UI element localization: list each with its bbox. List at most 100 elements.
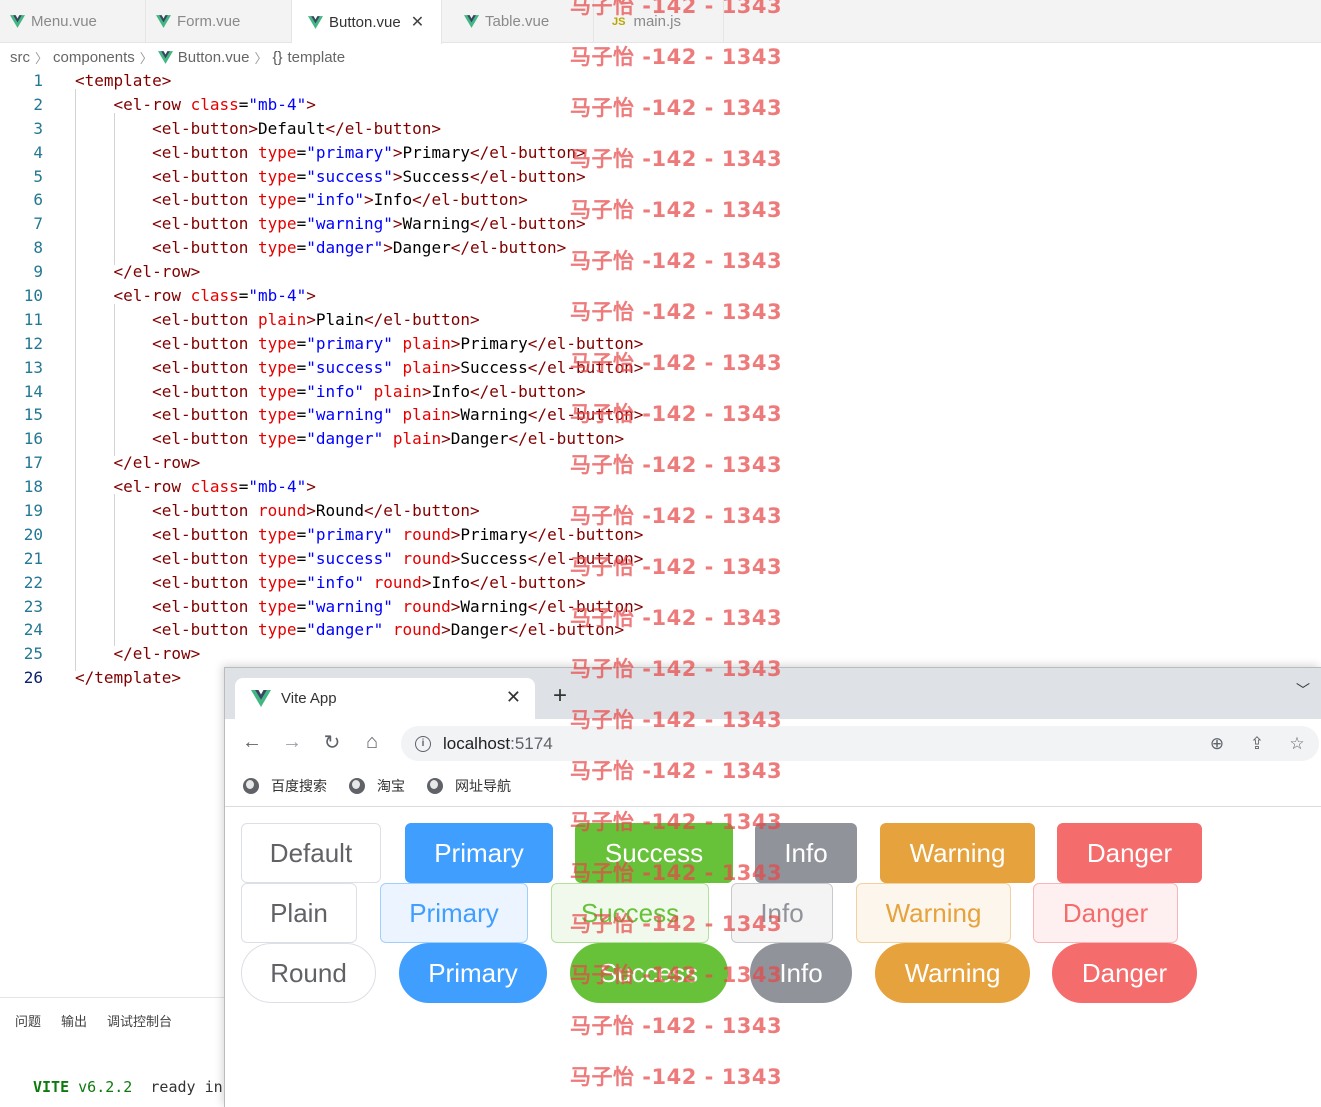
code-line[interactable]: 3 <el-button>Default</el-button> xyxy=(0,117,1321,141)
code-text: <el-button type="warning" plain>Warning<… xyxy=(75,405,644,425)
el-button-primary[interactable]: Primary xyxy=(399,943,547,1003)
tab-problems[interactable]: 问题 xyxy=(15,1011,41,1030)
el-button-success[interactable]: Success xyxy=(575,823,733,883)
code-line[interactable]: 24 <el-button type="danger" round>Danger… xyxy=(0,618,1321,642)
code-line[interactable]: 2 <el-row class="mb-4"> xyxy=(0,93,1321,117)
line-number: 16 xyxy=(23,429,43,449)
panel-tabs: 问题 输出 调试控制台 xyxy=(0,1000,230,1040)
code-text: </template> xyxy=(75,668,181,688)
el-button-warning[interactable]: Warning xyxy=(875,943,1030,1003)
code-line[interactable]: 10 <el-row class="mb-4"> xyxy=(0,284,1321,308)
star-icon[interactable]: ☆ xyxy=(1285,732,1309,756)
tab-main-js[interactable]: JS main.js xyxy=(594,0,724,43)
el-button-plain[interactable]: Plain xyxy=(241,883,357,943)
code-line[interactable]: 20 <el-button type="primary" round>Prima… xyxy=(0,523,1321,547)
code-line[interactable]: 8 <el-button type="danger">Danger</el-bu… xyxy=(0,236,1321,260)
globe-icon xyxy=(243,777,259,794)
code-text: </el-row> xyxy=(75,262,201,282)
breadcrumb-item-file[interactable]: Button.vue xyxy=(178,49,250,66)
el-button-danger[interactable]: Danger xyxy=(1033,883,1178,943)
tab-form-vue[interactable]: Form.vue xyxy=(146,0,292,43)
el-button-danger[interactable]: Danger xyxy=(1057,823,1202,883)
code-line[interactable]: 19 <el-button round>Round</el-button> xyxy=(0,499,1321,523)
el-button-info[interactable]: Info xyxy=(755,823,857,883)
tab-button-vue[interactable]: Button.vue ✕ xyxy=(292,0,442,44)
bookmark-baidu[interactable]: 百度搜索 xyxy=(243,776,327,796)
info-icon[interactable]: i xyxy=(415,735,431,752)
code-line[interactable]: 18 <el-row class="mb-4"> xyxy=(0,475,1321,499)
code-line[interactable]: 25 </el-row> xyxy=(0,642,1321,666)
code-line[interactable]: 11 <el-button plain>Plain</el-button> xyxy=(0,308,1321,332)
address-bar[interactable]: i localhost:5174 ⊕ ⇪ ☆ xyxy=(401,726,1319,761)
code-line[interactable]: 23 <el-button type="warning" round>Warni… xyxy=(0,595,1321,619)
bookmark-label: 淘宝 xyxy=(377,777,405,794)
code-line[interactable]: 12 <el-button type="primary" plain>Prima… xyxy=(0,332,1321,356)
code-text: </el-row> xyxy=(75,453,201,473)
el-button-primary[interactable]: Primary xyxy=(405,823,553,883)
code-line[interactable]: 1 <template> xyxy=(0,69,1321,93)
el-button-warning[interactable]: Warning xyxy=(880,823,1035,883)
el-button-success[interactable]: Success xyxy=(570,943,728,1003)
line-number: 4 xyxy=(33,142,43,162)
el-button-round[interactable]: Round xyxy=(241,943,376,1003)
code-line[interactable]: 15 <el-button type="warning" plain>Warni… xyxy=(0,403,1321,427)
code-text: <el-button type="info">Info</el-button> xyxy=(75,190,528,210)
code-line[interactable]: 17 </el-row> xyxy=(0,451,1321,475)
code-line[interactable]: 6 <el-button type="info">Info</el-button… xyxy=(0,188,1321,212)
el-button-danger[interactable]: Danger xyxy=(1052,943,1197,1003)
url-port: :5174 xyxy=(510,733,553,753)
tab-table-vue[interactable]: Table.vue xyxy=(442,0,594,43)
el-button-info[interactable]: Info xyxy=(731,883,833,943)
zoom-icon[interactable]: ⊕ xyxy=(1205,732,1229,756)
tab-label: Menu.vue xyxy=(31,13,97,30)
browser-tab[interactable]: Vite App ✕ xyxy=(235,678,535,719)
breadcrumb-item-symbol[interactable]: template xyxy=(288,49,346,66)
code-text: <el-button type="danger">Danger</el-butt… xyxy=(75,238,567,258)
line-number: 14 xyxy=(23,381,43,401)
code-line[interactable]: 13 <el-button type="success" plain>Succe… xyxy=(0,356,1321,380)
chevron-down-icon[interactable]: ﹀ xyxy=(1296,680,1310,700)
close-icon[interactable]: ✕ xyxy=(411,12,424,32)
el-button-warning[interactable]: Warning xyxy=(856,883,1011,943)
line-number: 20 xyxy=(23,524,43,544)
home-icon[interactable]: ⌂ xyxy=(359,729,385,755)
url-text[interactable]: localhost:5174 xyxy=(443,734,553,754)
code-text: <el-button type="success" plain>Success<… xyxy=(75,357,644,377)
code-line[interactable]: 4 <el-button type="primary">Primary</el-… xyxy=(0,141,1321,165)
code-text: <el-row class="mb-4"> xyxy=(75,286,316,306)
share-icon[interactable]: ⇪ xyxy=(1245,732,1269,756)
tab-debug-console[interactable]: 调试控制台 xyxy=(107,1011,172,1030)
el-button-primary[interactable]: Primary xyxy=(380,883,528,943)
reload-icon[interactable]: ↻ xyxy=(319,729,345,755)
bookmark-nav[interactable]: 网址导航 xyxy=(427,776,511,796)
code-text: <el-button type="danger" round>Danger</e… xyxy=(75,620,625,640)
code-line[interactable]: 21 <el-button type="success" round>Succe… xyxy=(0,547,1321,571)
code-line[interactable]: 5 <el-button type="success">Success</el-… xyxy=(0,165,1321,189)
code-line[interactable]: 14 <el-button type="info" plain>Info</el… xyxy=(0,380,1321,404)
el-button-default[interactable]: Default xyxy=(241,823,381,883)
breadcrumb-item-components[interactable]: components xyxy=(53,49,135,66)
code-editor[interactable]: 1 <template> 2 <el-row class="mb-4"> 3 <el-… xyxy=(0,69,1321,690)
code-line[interactable]: 16 <el-button type="danger" plain>Danger… xyxy=(0,427,1321,451)
vue-icon xyxy=(464,15,479,28)
forward-icon[interactable]: → xyxy=(279,729,305,755)
bookmark-taobao[interactable]: 淘宝 xyxy=(349,776,405,796)
code-text: <template> xyxy=(75,71,172,90)
code-line[interactable]: 7 <el-button type="warning">Warning</el-… xyxy=(0,212,1321,236)
line-number: 17 xyxy=(23,453,43,473)
el-button-info[interactable]: Info xyxy=(750,943,852,1003)
tab-output[interactable]: 输出 xyxy=(61,1011,87,1030)
code-text: <el-button type="warning">Warning</el-bu… xyxy=(75,214,586,234)
code-text: <el-button type="primary">Primary</el-bu… xyxy=(75,142,586,162)
el-button-success[interactable]: Success xyxy=(551,883,709,943)
new-tab-button[interactable]: + xyxy=(553,684,567,708)
line-number: 26 xyxy=(23,668,43,688)
breadcrumb-item-src[interactable]: src xyxy=(10,49,30,66)
line-number: 3 xyxy=(33,118,43,138)
code-line[interactable]: 22 <el-button type="info" round>Info</el… xyxy=(0,571,1321,595)
back-icon[interactable]: ← xyxy=(239,729,265,755)
close-icon[interactable]: ✕ xyxy=(506,687,521,708)
code-line[interactable]: 9 </el-row> xyxy=(0,260,1321,284)
tab-menu-vue[interactable]: Menu.vue xyxy=(0,0,146,43)
vue-icon xyxy=(308,15,323,29)
